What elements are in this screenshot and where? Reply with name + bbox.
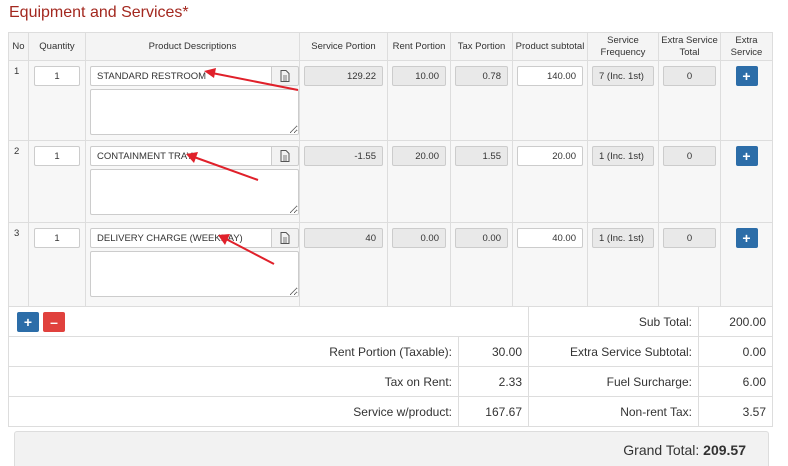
equipment-services-table: No Quantity Product Descriptions Service… — [8, 32, 773, 307]
section-title: Equipment and Services* — [9, 4, 189, 21]
grand-total-value: 209.57 — [703, 442, 746, 458]
product-subtotal-input[interactable] — [517, 66, 583, 86]
rent-portion-label: Rent Portion (Taxable): — [8, 336, 459, 367]
grand-total: Grand Total: 209.57 — [14, 431, 769, 466]
rent-portion-field — [392, 228, 446, 248]
tax-portion-field — [455, 146, 508, 166]
summary-row: Rent Portion (Taxable): 30.00 Extra Serv… — [8, 336, 773, 367]
sub-total-value: 200.00 — [698, 306, 773, 337]
annotation-arrow — [218, 234, 275, 265]
product-subtotal-input[interactable] — [517, 146, 583, 166]
add-extra-service-button[interactable]: + — [735, 146, 758, 166]
rent-portion-field — [392, 146, 446, 166]
table-row: 1 + — [8, 60, 773, 141]
plus-icon: + — [742, 230, 751, 246]
extra-service-subtotal-value: 0.00 — [698, 336, 773, 367]
service-portion-field — [304, 66, 383, 86]
add-extra-service-button[interactable]: + — [735, 228, 758, 248]
service-portion-field — [304, 228, 383, 248]
sub-total-label: Sub Total: — [528, 306, 699, 337]
col-service-portion-header: Service Portion — [299, 32, 388, 61]
summary-row: Tax on Rent: 2.33 Fuel Surcharge: 6.00 — [8, 366, 773, 397]
col-product-subtotal-header: Product subtotal — [512, 32, 588, 61]
rent-portion-field — [392, 66, 446, 86]
table-row: 3 + — [8, 222, 773, 307]
plus-icon: + — [742, 148, 751, 164]
annotation-arrow — [204, 68, 299, 91]
tax-portion-field — [455, 228, 508, 248]
table-row: 2 + — [8, 140, 773, 223]
totals-summary: + – Sub Total: 200.00 Rent Portion (Taxa… — [8, 306, 773, 427]
remove-row-button[interactable]: – — [43, 311, 65, 332]
summary-row: + – Sub Total: 200.00 — [8, 306, 773, 337]
col-extra-service-total-header: Extra Service Total — [658, 32, 721, 61]
annotation-arrow — [186, 152, 259, 181]
tax-on-rent-value: 2.33 — [458, 366, 529, 397]
service-frequency-field — [592, 228, 654, 248]
quantity-input[interactable] — [34, 66, 80, 86]
extra-service-subtotal-label: Extra Service Subtotal: — [528, 336, 699, 367]
grand-total-label: Grand Total: — [623, 442, 700, 458]
rent-portion-value: 30.00 — [458, 336, 529, 367]
quantity-input[interactable] — [34, 228, 80, 248]
extra-service-total-field — [663, 146, 716, 166]
plus-icon: + — [742, 68, 751, 84]
table-header-row: No Quantity Product Descriptions Service… — [8, 32, 773, 61]
product-subtotal-input[interactable] — [517, 228, 583, 248]
col-extra-service-header: Extra Service — [720, 32, 773, 61]
service-frequency-field — [592, 146, 654, 166]
tax-on-rent-label: Tax on Rent: — [8, 366, 459, 397]
service-frequency-field — [592, 66, 654, 86]
non-rent-tax-label: Non-rent Tax: — [528, 396, 699, 427]
row-number: 3 — [8, 222, 29, 307]
col-no-header: No — [8, 32, 29, 61]
row-number: 1 — [8, 60, 29, 141]
non-rent-tax-value: 3.57 — [698, 396, 773, 427]
col-rent-portion-header: Rent Portion — [387, 32, 451, 61]
plus-icon: + — [23, 313, 33, 330]
add-extra-service-button[interactable]: + — [735, 66, 758, 86]
service-portion-field — [304, 146, 383, 166]
fuel-surcharge-label: Fuel Surcharge: — [528, 366, 699, 397]
extra-service-total-field — [663, 66, 716, 86]
minus-icon: – — [50, 313, 58, 330]
service-with-product-value: 167.67 — [458, 396, 529, 427]
service-with-product-label: Service w/product: — [8, 396, 459, 427]
add-row-button[interactable]: + — [17, 311, 39, 332]
col-quantity-header: Quantity — [28, 32, 86, 61]
row-number: 2 — [8, 140, 29, 223]
summary-row: Service w/product: 167.67 Non-rent Tax: … — [8, 396, 773, 427]
quantity-input[interactable] — [34, 146, 80, 166]
fuel-surcharge-value: 6.00 — [698, 366, 773, 397]
col-description-header: Product Descriptions — [85, 32, 300, 61]
tax-portion-field — [455, 66, 508, 86]
extra-service-total-field — [663, 228, 716, 248]
document-icon[interactable] — [272, 146, 299, 166]
col-tax-portion-header: Tax Portion — [450, 32, 513, 61]
col-service-frequency-header: Service Frequency — [587, 32, 659, 61]
